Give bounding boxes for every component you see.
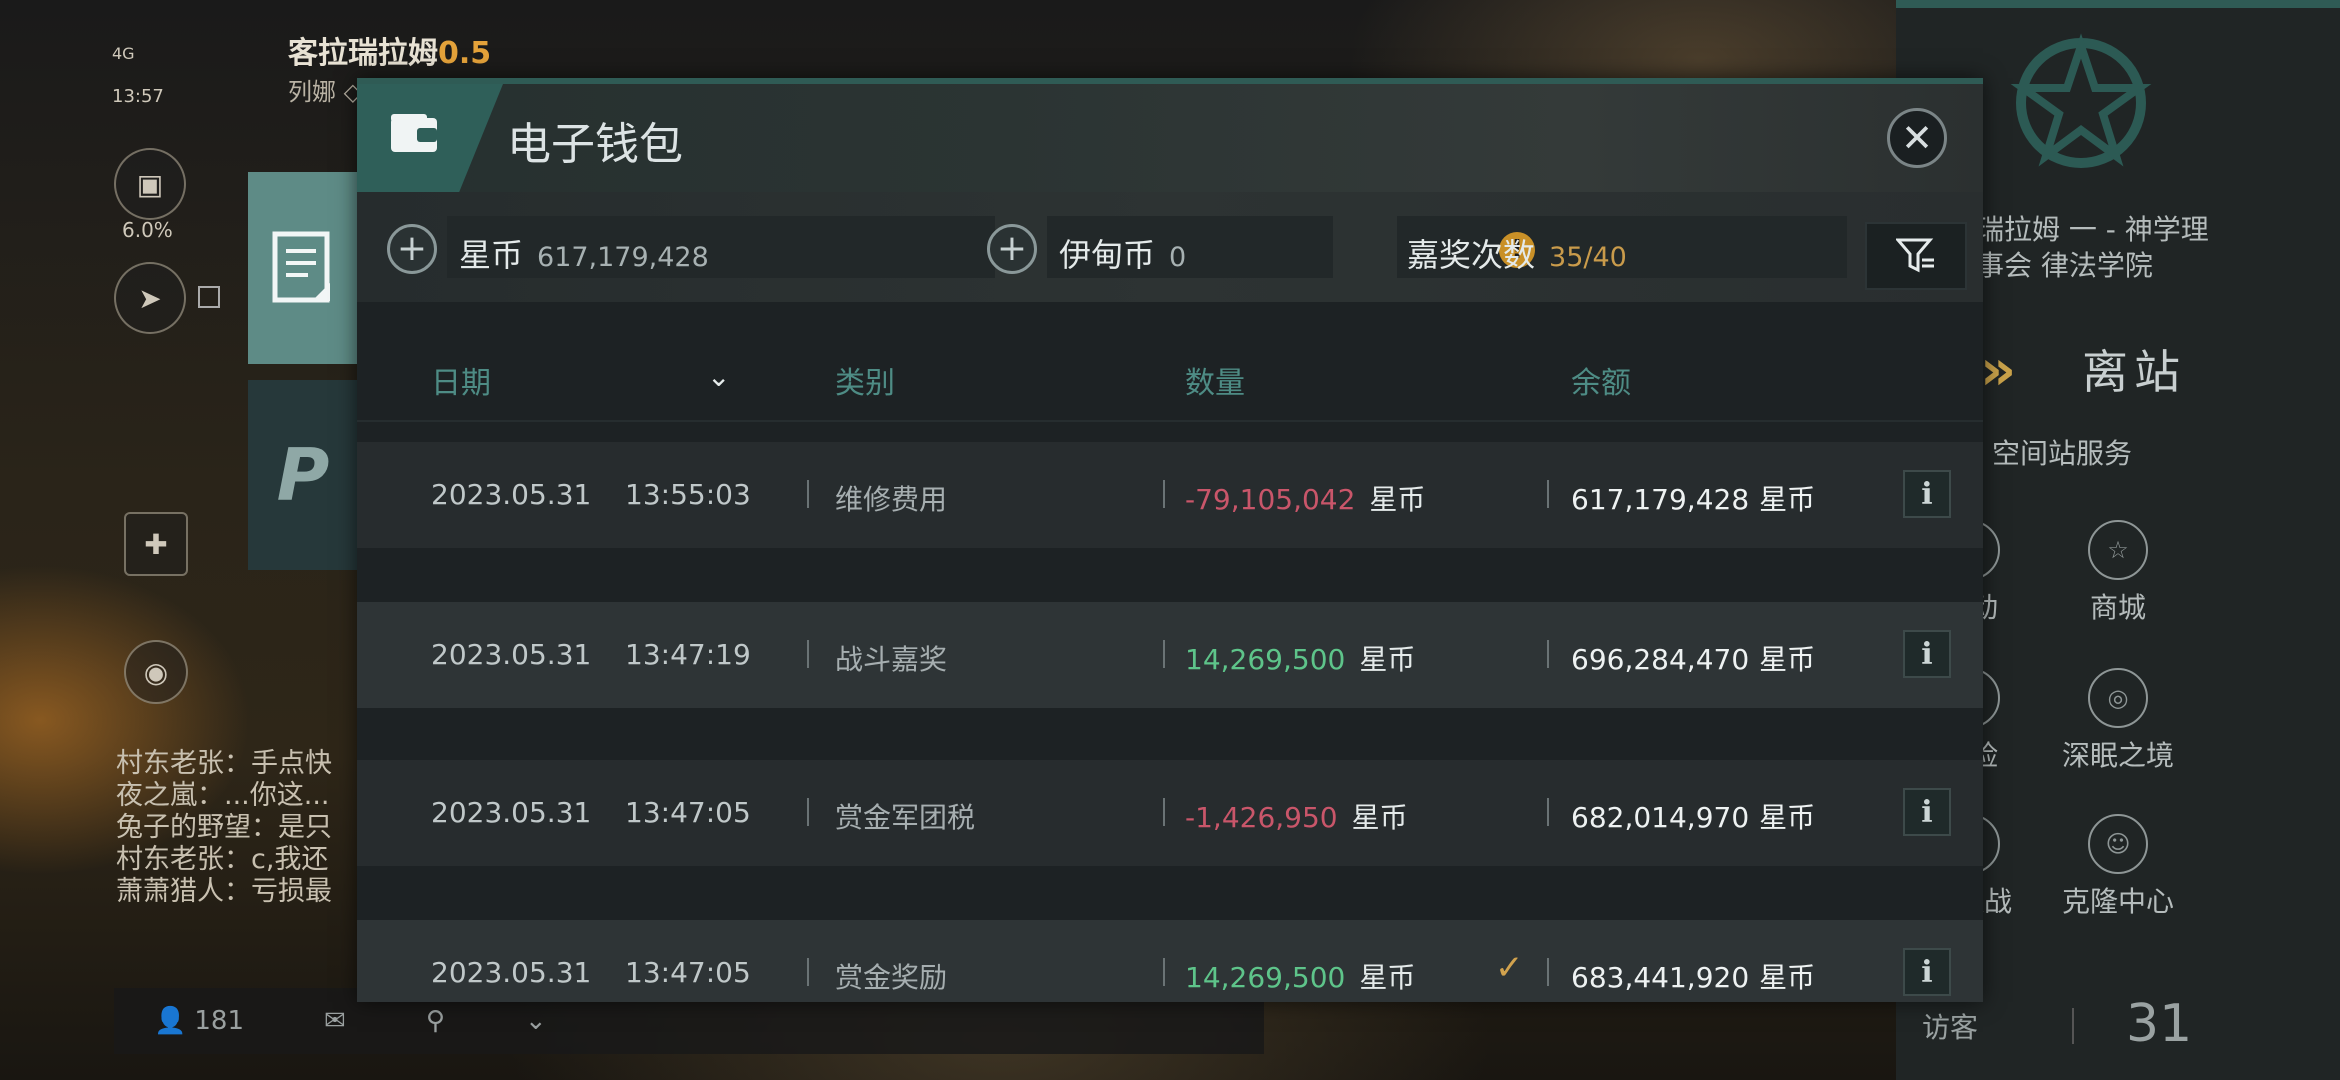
row-time: 13:47:05 [625,796,751,829]
add-eden-coin-button[interactable]: + [987,224,1037,274]
row-amount: -1,426,950 星币 [1185,801,1408,834]
row-category: 赏金奖励 [835,961,948,994]
visitors-label[interactable]: 访客 [1922,1006,1978,1046]
filter-icon [1896,238,1934,273]
eden-coin-balance: 伊甸币 0 [1059,236,1187,274]
transaction-row[interactable]: 2023.05.31 13:47:05 赏金军团税 -1,426,950 星币 6… [357,760,1983,866]
visitors-count: 31 [2126,994,2193,1054]
sort-chevron-icon[interactable]: ⌄ [707,360,730,393]
row-balance: 617,179,428 星币 [1571,483,1816,516]
filter-button[interactable] [1865,222,1967,290]
checkmark-icon: ✓ [1495,948,1524,988]
deep-sleep-icon: ◎ [2088,668,2148,728]
notes-tab[interactable] [248,172,358,364]
column-date[interactable]: 日期 [431,358,491,402]
signal-indicator: 4G [112,44,135,63]
wallet-dialog: 电子钱包 ✕ + 星币 617,179,428 + 伊甸币 0 ! 嘉奖次数 35/4… [357,78,1983,1002]
info-button[interactable]: i [1903,948,1951,996]
wallet-title: 电子钱包 [507,119,683,170]
row-amount: 14,269,500 星币 [1185,961,1416,994]
add-star-coin-button[interactable]: + [387,224,437,274]
plus-icon: + [996,228,1028,269]
clone-center-icon: ☺ [2088,814,2148,874]
row-amount: 14,269,500 星币 [1185,643,1416,676]
row-category: 赏金军团税 [835,801,976,834]
table-header: 日期 ⌄ 类别 数量 余额 [357,340,1983,422]
column-category: 类别 [835,366,895,401]
row-balance: 696,284,470 星币 [1571,643,1816,676]
row-amount: -79,105,042 星币 [1185,483,1426,516]
services-title: 空间站服务 [1992,437,2133,470]
p-logo-tab[interactable]: P [248,380,358,570]
chat-line: 兔子的野望：是只 [116,812,332,843]
station-emblem-icon [2010,33,2152,168]
row-date: 2023.05.31 [431,478,592,511]
service-deep-sleep[interactable]: ◎ 深眠之境 [2038,668,2198,774]
row-date: 2023.05.31 [431,796,592,829]
transaction-row[interactable]: 2023.05.31 13:47:05 赏金奖励 14,269,500 星币 ✓ … [357,920,1983,1002]
close-button[interactable]: ✕ [1887,108,1947,168]
column-balance: 余额 [1571,366,1631,401]
bonus-count: 嘉奖次数 35/40 [1407,236,1627,274]
wallet-icon [391,114,437,152]
document-icon [272,231,330,303]
p-logo-icon: P [276,433,330,517]
station-owner: 事会 律法学院 [1976,249,2153,282]
currency-bar: + 星币 617,179,428 + 伊甸币 0 ! 嘉奖次数 35/40 [357,192,1983,302]
chat-filter-button[interactable]: ⚲ [386,1006,485,1036]
close-icon: ✕ [1901,116,1933,160]
row-balance: 682,014,970 星币 [1571,801,1816,834]
filter-icon: ⚲ [425,1006,445,1036]
chat-line: 萧萧猎人：亏损最 [116,876,332,907]
navigation-icon[interactable]: ➤ [114,262,186,334]
service-clone-center[interactable]: ☺ 克隆中心 [2038,814,2198,920]
row-category: 战斗嘉奖 [835,643,948,676]
info-button[interactable]: i [1903,788,1951,836]
info-icon: i [1921,636,1933,672]
info-icon: i [1921,954,1933,990]
row-category: 维修费用 [835,483,948,516]
scanner-icon[interactable]: ◉ [124,640,188,704]
clock: 13:57 [112,86,164,107]
row-time: 13:55:03 [625,478,751,511]
chevron-down-icon: ⌄ [524,1006,547,1036]
info-button[interactable]: i [1903,630,1951,678]
checkbox[interactable] [198,286,220,308]
row-balance: 683,441,920 星币 [1571,961,1816,994]
player-name[interactable]: 客拉瑞拉姆0.5 [288,28,491,72]
chat-line: 村东老张：手点快 [116,748,332,779]
security-level: 0.5 [438,36,492,71]
gift-icon[interactable]: ✚ [124,512,188,576]
cargo-percent: 6.0% [122,218,173,242]
chat-log[interactable]: 村东老张：手点快 夜之嵐：...你这... 兔子的野望：是只 村东老张：c,我还… [116,748,356,908]
info-icon: i [1921,476,1933,512]
info-button[interactable]: i [1903,470,1951,518]
row-date: 2023.05.31 [431,638,592,671]
info-icon: i [1921,794,1933,830]
row-date: 2023.05.31 [431,956,592,989]
column-amount: 数量 [1185,366,1245,401]
row-time: 13:47:19 [625,638,751,671]
shop-icon: ☆ [2088,520,2148,580]
user-icon: 👤 [154,1006,187,1036]
cargo-icon[interactable]: ▣ [114,148,186,220]
mail-button[interactable]: ✉ [284,1006,386,1036]
transaction-row[interactable]: 2023.05.31 13:55:03 维修费用 -79,105,042 星币 6… [357,442,1983,548]
plus-icon: + [396,228,428,269]
mail-icon: ✉ [324,1006,346,1036]
chat-line: 夜之嵐：...你这... [116,780,330,811]
star-coin-balance: 星币 617,179,428 [459,236,709,274]
chat-line: 村东老张：c,我还 [116,844,329,875]
double-chevron-icon: » [1980,338,2016,403]
player-subtitle: 列娜 ◇ [288,78,363,106]
online-count[interactable]: 👤 181 [114,1006,284,1036]
row-time: 13:47:05 [625,956,751,989]
transaction-row[interactable]: 2023.05.31 13:47:19 战斗嘉奖 14,269,500 星币 69… [357,602,1983,708]
station-name: 瑞拉姆 一 - 神学理 [1976,213,2209,246]
expand-chat-button[interactable]: ⌄ [485,1006,587,1036]
service-shop[interactable]: ☆ 商城 [2038,520,2198,626]
